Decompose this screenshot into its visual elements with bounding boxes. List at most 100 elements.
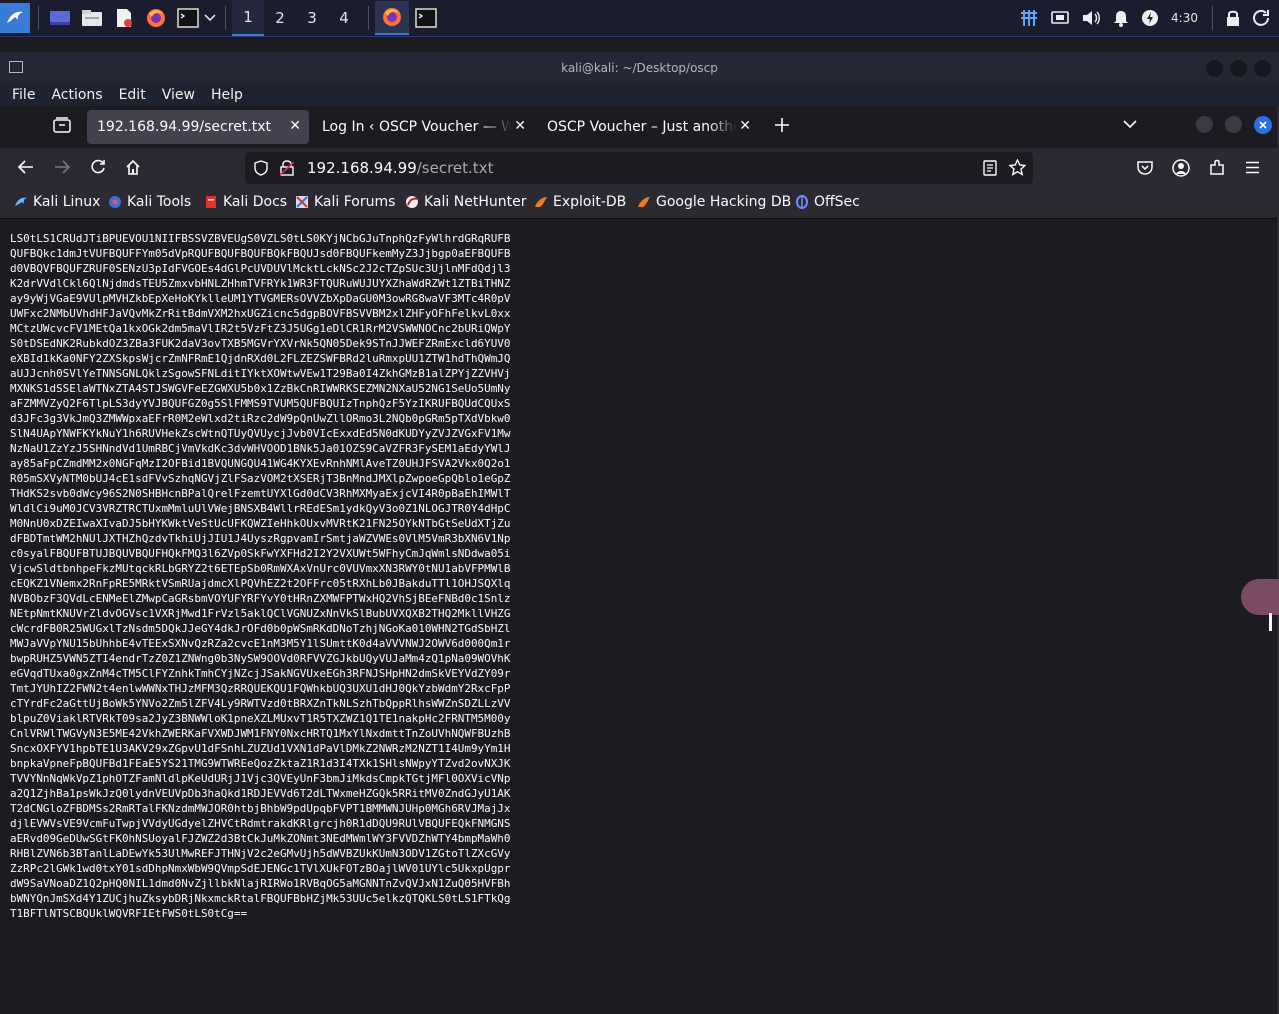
bookmark-kali-linux[interactable]: Kali Linux xyxy=(14,194,100,210)
bookmark-exploit-db[interactable]: Exploit-DB xyxy=(534,194,626,210)
bookmark-label: Kali Tools xyxy=(127,194,192,210)
menu-actions[interactable]: Actions xyxy=(51,87,102,103)
terminal-icon xyxy=(415,8,437,28)
browser-maximize-button[interactable] xyxy=(1225,116,1242,133)
show-desktop-icon[interactable] xyxy=(49,7,71,29)
kali-dragon-icon xyxy=(14,195,28,209)
pocket-icon[interactable] xyxy=(1137,160,1153,175)
terminal-title: kali@kali: ~/Desktop/oscp xyxy=(561,61,718,75)
browser-tab-strip: 192.168.94.99/secret.txt ✕ Log In ‹ OSCP… xyxy=(0,106,1279,146)
close-tab-icon[interactable]: ✕ xyxy=(514,118,526,134)
tab-overview-icon[interactable] xyxy=(53,117,71,133)
panel-separator xyxy=(368,6,369,30)
bookmark-label: Exploit-DB xyxy=(553,194,627,210)
menu-file[interactable]: File xyxy=(12,87,35,103)
taskbar-firefox[interactable] xyxy=(375,1,409,35)
terminal-icon[interactable] xyxy=(177,7,199,29)
bookmark-label: OffSec xyxy=(814,194,860,210)
url-text[interactable]: 192.168.94.99/secret.txt xyxy=(307,159,493,177)
kali-menu-icon[interactable] xyxy=(0,3,30,33)
bookmark-offsec[interactable]: OffSec xyxy=(795,194,860,210)
panel-separator xyxy=(38,6,39,30)
panel-separator xyxy=(225,6,226,30)
terminal-menubar: File Actions Edit View Help xyxy=(0,84,1279,106)
power-manager-icon[interactable] xyxy=(1141,9,1159,27)
insecure-connection-lock-icon[interactable] xyxy=(280,160,294,176)
panel-separator xyxy=(1212,6,1213,30)
workspace-2[interactable]: 2 xyxy=(264,1,296,35)
taskbar-terminal[interactable] xyxy=(409,1,443,35)
chevron-down-icon[interactable] xyxy=(203,7,217,29)
window-buttons xyxy=(1199,60,1271,77)
close-tab-icon[interactable]: ✕ xyxy=(739,118,751,134)
workspace-1[interactable]: 1 xyxy=(232,0,264,36)
volume-icon[interactable] xyxy=(1081,10,1101,26)
page-content: LS0tLS1CRUdJTiBPUEVOU1NIIFBSSVZBVEUgS0VZ… xyxy=(0,219,1277,1014)
file-manager-icon[interactable] xyxy=(81,7,103,29)
browser-minimize-button[interactable] xyxy=(1196,116,1213,133)
kali-forums-icon xyxy=(295,195,309,209)
bookmark-label: Google Hacking DB xyxy=(656,194,792,210)
logout-icon[interactable] xyxy=(1253,9,1271,27)
close-button[interactable] xyxy=(1254,60,1271,77)
bookmarks-toolbar: Kali Linux Kali Tools Kali Docs Kali For… xyxy=(0,188,1279,219)
kali-tools-icon xyxy=(108,195,122,209)
lock-icon[interactable] xyxy=(1225,9,1241,27)
app-menu-icon[interactable] xyxy=(1245,161,1260,174)
forward-button-icon[interactable] xyxy=(54,160,70,174)
new-tab-icon[interactable] xyxy=(774,117,790,133)
workspace-4[interactable]: 4 xyxy=(328,1,360,35)
account-icon[interactable] xyxy=(1172,159,1190,177)
scrollbar-thumb[interactable] xyxy=(1269,613,1272,631)
reload-button-icon[interactable] xyxy=(90,159,106,175)
offsec-icon xyxy=(795,195,809,209)
notification-bell-icon[interactable] xyxy=(1113,10,1129,27)
close-tab-icon[interactable]: ✕ xyxy=(289,118,301,134)
menu-help[interactable]: Help xyxy=(211,87,243,103)
bookmark-kali-docs[interactable]: Kali Docs xyxy=(204,194,287,210)
exploit-db-icon xyxy=(534,195,548,209)
terminal-titlebar[interactable]: kali@kali: ~/Desktop/oscp xyxy=(0,52,1279,84)
bookmark-label: Kali NetHunter xyxy=(424,194,527,210)
bookmark-star-icon[interactable] xyxy=(1009,159,1026,176)
clock[interactable]: 4:30 xyxy=(1171,11,1198,25)
browser-close-button[interactable] xyxy=(1254,116,1272,134)
bookmark-kali-tools[interactable]: Kali Tools xyxy=(108,194,191,210)
maximize-button[interactable] xyxy=(1230,60,1247,77)
network-icon[interactable] xyxy=(1019,9,1039,27)
bookmark-label: Kali Forums xyxy=(314,194,396,210)
home-button-icon[interactable] xyxy=(125,159,141,175)
back-button-icon[interactable] xyxy=(18,160,34,174)
list-all-tabs-icon[interactable] xyxy=(1123,120,1137,129)
system-tray: 4:30 xyxy=(1019,0,1279,36)
url-bar[interactable]: 192.168.94.99/secret.txt xyxy=(245,152,1033,184)
tab-login-oscp[interactable]: Log In ‹ OSCP Voucher — Wo ✕ xyxy=(312,110,534,144)
bookmark-kali-forums[interactable]: Kali Forums xyxy=(295,194,395,210)
reader-view-icon[interactable] xyxy=(983,160,997,176)
tab-secret-txt[interactable]: 192.168.94.99/secret.txt ✕ xyxy=(87,110,309,144)
bookmark-kali-nethunter[interactable]: Kali NetHunter xyxy=(405,194,526,210)
top-panel: 1 2 3 4 4:30 xyxy=(0,0,1279,37)
bookmark-label: Kali Docs xyxy=(223,194,288,210)
display-icon[interactable] xyxy=(1051,10,1069,26)
firefox-icon xyxy=(383,8,401,26)
tracking-protection-shield-icon[interactable] xyxy=(254,160,268,176)
navigation-toolbar: 192.168.94.99/secret.txt xyxy=(0,148,1279,188)
menu-edit[interactable]: Edit xyxy=(119,87,146,103)
terminal-window-icon xyxy=(9,61,23,73)
tab-label: 192.168.94.99/secret.txt xyxy=(97,119,272,135)
menu-view[interactable]: View xyxy=(162,87,195,103)
tab-oscp-voucher[interactable]: OSCP Voucher – Just another ✕ xyxy=(537,110,759,144)
kali-nethunter-icon xyxy=(405,195,419,209)
kali-docs-icon xyxy=(204,195,218,209)
text-editor-icon[interactable] xyxy=(113,7,135,29)
extensions-icon[interactable] xyxy=(1209,159,1226,176)
workspace-3[interactable]: 3 xyxy=(296,1,328,35)
secret-file-text: LS0tLS1CRUdJTiBPUEVOU1NIIFBSSVZBVEUgS0VZ… xyxy=(10,232,511,920)
firefox-icon[interactable] xyxy=(145,7,167,29)
minimize-button[interactable] xyxy=(1206,60,1223,77)
translate-widget-icon[interactable] xyxy=(1241,579,1279,615)
google-hacking-db-icon xyxy=(637,195,651,209)
bookmark-google-hacking-db[interactable]: Google Hacking DB xyxy=(637,194,791,210)
tab-label: OSCP Voucher – Just another xyxy=(547,119,737,135)
